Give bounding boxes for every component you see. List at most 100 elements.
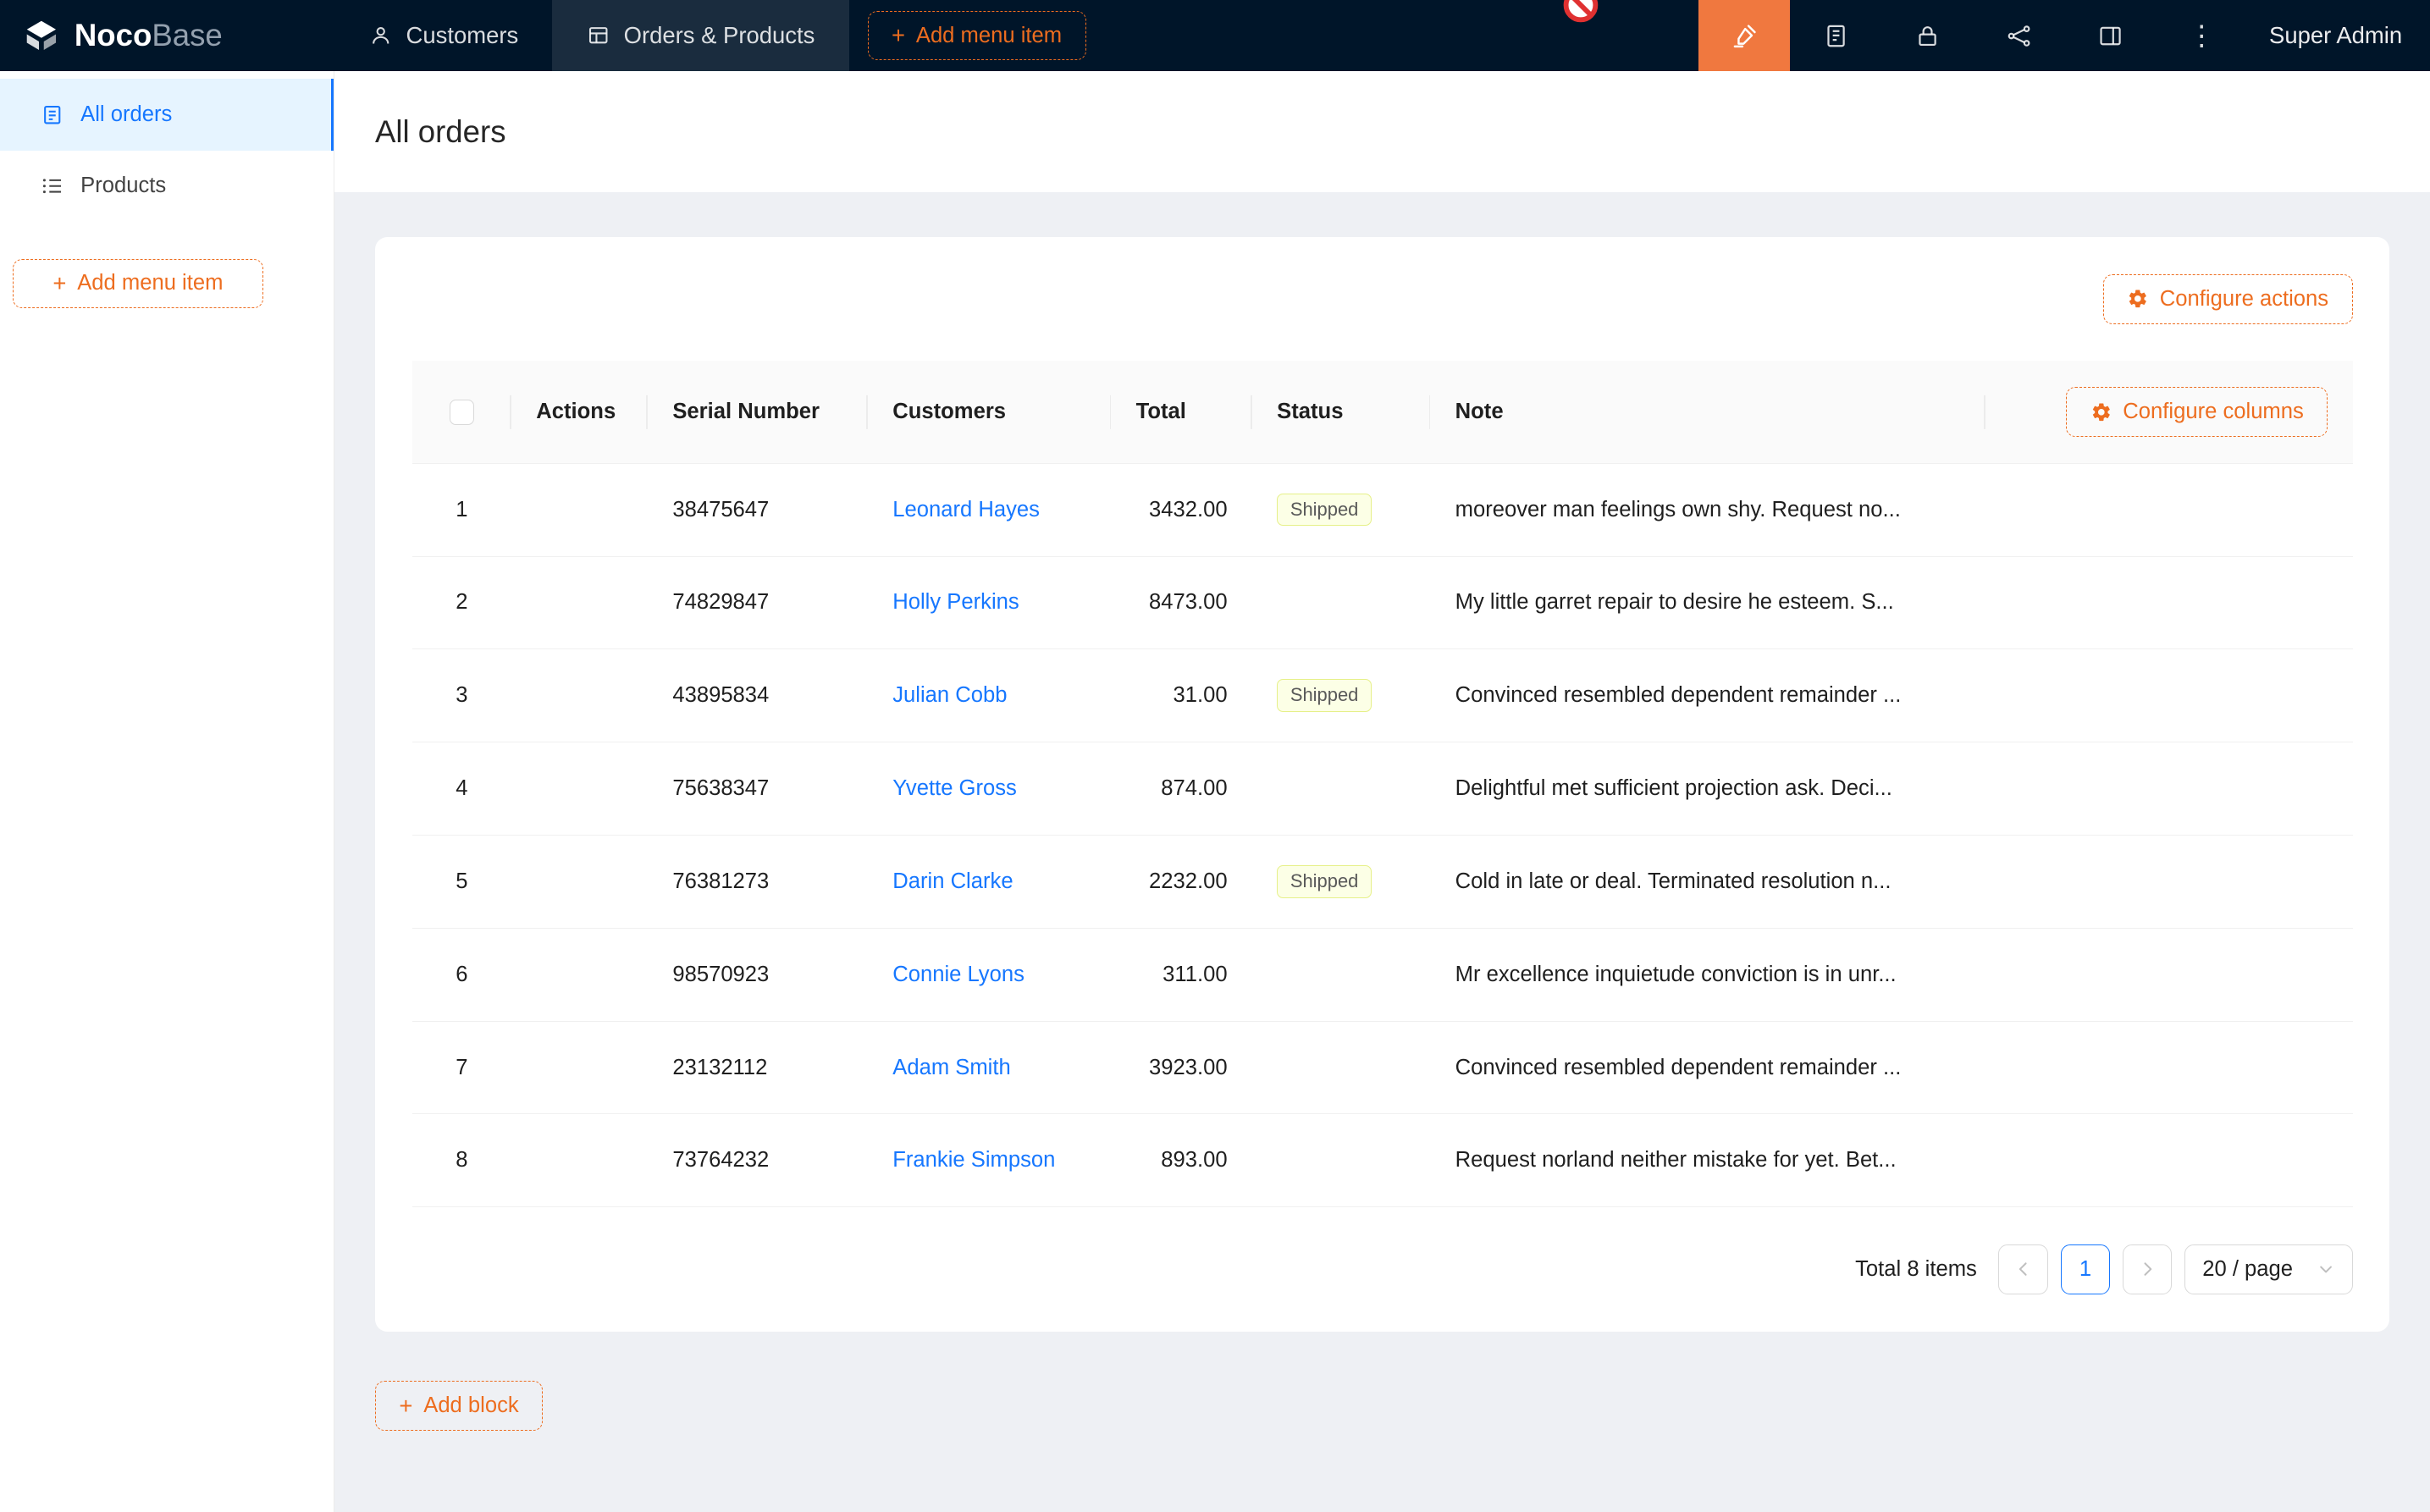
row-select-cell[interactable]: 3 xyxy=(412,649,511,742)
total-cell: 8473.00 xyxy=(1111,556,1252,649)
sidebar-item-label: All orders xyxy=(80,102,172,127)
column-header-note: Note xyxy=(1430,361,1985,463)
row-select-cell[interactable]: 1 xyxy=(412,463,511,556)
actions-cell xyxy=(511,463,648,556)
total-cell: 3923.00 xyxy=(1111,1021,1252,1114)
serial-number-cell: 76381273 xyxy=(648,835,868,928)
sidebar: All orders Products + Add menu item xyxy=(0,71,334,1512)
status-cell xyxy=(1252,928,1430,1021)
configure-columns-spacer-cell xyxy=(1985,742,2353,836)
page-size-select[interactable]: 20 / page xyxy=(2184,1244,2352,1294)
chevron-left-icon xyxy=(2015,1261,2032,1277)
table-toolbar: Configure actions xyxy=(412,274,2353,324)
note-cell: Delightful met sufficient projection ask… xyxy=(1430,742,1985,836)
status-cell: Shipped xyxy=(1252,649,1430,742)
status-cell xyxy=(1252,742,1430,836)
navbar-right: ⋮ Super Admin xyxy=(1698,0,2430,71)
nav-item-label: Customers xyxy=(406,22,519,49)
chevron-right-icon xyxy=(2139,1261,2156,1277)
customer-link[interactable]: Yvette Gross xyxy=(892,776,1017,800)
configure-columns-spacer-cell xyxy=(1985,928,2353,1021)
add-menu-item-button-navbar[interactable]: + Add menu item xyxy=(868,11,1086,61)
customer-link[interactable]: Adam Smith xyxy=(892,1056,1010,1079)
customer-cell: Adam Smith xyxy=(868,1021,1111,1114)
row-select-cell[interactable]: 8 xyxy=(412,1114,511,1207)
notebook-button[interactable] xyxy=(1790,0,1881,71)
row-index: 7 xyxy=(456,1056,467,1079)
serial-number-cell: 38475647 xyxy=(648,463,868,556)
customer-link[interactable]: Holly Perkins xyxy=(892,590,1019,614)
table-row: 2 74829847 Holly Perkins 8473.00 My litt… xyxy=(412,556,2353,649)
actions-cell xyxy=(511,649,648,742)
select-all-checkbox[interactable] xyxy=(450,400,474,424)
ui-editor-button[interactable] xyxy=(1698,0,1790,71)
nocobase-logo-icon xyxy=(22,16,61,55)
chevron-down-icon xyxy=(2317,1261,2334,1277)
row-index: 8 xyxy=(456,1148,467,1172)
navbar-left: NocoBase Customers xyxy=(0,0,1086,71)
configure-columns-label: Configure columns xyxy=(2123,400,2304,424)
note-cell: Mr excellence inquietude conviction is i… xyxy=(1430,928,1985,1021)
nocobase-logo[interactable]: NocoBase xyxy=(0,0,334,71)
configure-actions-button[interactable]: Configure actions xyxy=(2103,274,2353,324)
row-select-cell[interactable]: 6 xyxy=(412,928,511,1021)
row-select-cell[interactable]: 4 xyxy=(412,742,511,836)
prev-page-button[interactable] xyxy=(1998,1244,2048,1294)
sidebar-item-all-orders[interactable]: All orders xyxy=(0,79,334,150)
add-block-label: Add block xyxy=(423,1393,518,1418)
row-select-cell[interactable]: 5 xyxy=(412,835,511,928)
customer-cell: Yvette Gross xyxy=(868,742,1111,836)
page-number-button[interactable]: 1 xyxy=(2061,1244,2111,1294)
plus-icon: + xyxy=(892,24,905,47)
note-cell: Request norland neither mistake for yet.… xyxy=(1430,1114,1985,1207)
row-index: 1 xyxy=(456,498,467,521)
configure-columns-spacer-cell xyxy=(1985,1114,2353,1207)
nav-item-label: Orders & Products xyxy=(624,22,815,49)
api-button[interactable] xyxy=(1973,0,2064,71)
lock-button[interactable] xyxy=(1881,0,1973,71)
configure-actions-label: Configure actions xyxy=(2160,287,2328,312)
customer-link[interactable]: Connie Lyons xyxy=(892,963,1024,986)
nav-item-customers[interactable]: Customers xyxy=(334,0,552,71)
user-menu[interactable]: Super Admin xyxy=(2269,22,2402,49)
column-header-actions: Actions xyxy=(511,361,648,463)
configure-columns-button[interactable]: Configure columns xyxy=(2066,387,2328,437)
serial-number-cell: 73764232 xyxy=(648,1114,868,1207)
page-content: Configure actions Actions Seria xyxy=(334,192,2430,1431)
table-row: 4 75638347 Yvette Gross 874.00 Delightfu… xyxy=(412,742,2353,836)
total-cell: 2232.00 xyxy=(1111,835,1252,928)
layout-button[interactable] xyxy=(2064,0,2156,71)
table-row: 8 73764232 Frankie Simpson 893.00 Reques… xyxy=(412,1114,2353,1207)
add-menu-item-button-sidebar[interactable]: + Add menu item xyxy=(13,259,264,309)
add-menu-item-label: Add menu item xyxy=(916,24,1062,48)
total-cell: 31.00 xyxy=(1111,649,1252,742)
more-button[interactable]: ⋮ xyxy=(2156,0,2247,71)
column-header-status: Status xyxy=(1252,361,1430,463)
total-cell: 3432.00 xyxy=(1111,463,1252,556)
table-icon xyxy=(587,24,610,47)
status-cell xyxy=(1252,1114,1430,1207)
main-nav: Customers Orders & Products xyxy=(334,0,848,71)
customer-link[interactable]: Darin Clarke xyxy=(892,869,1013,893)
row-select-cell[interactable]: 2 xyxy=(412,556,511,649)
next-page-button[interactable] xyxy=(2123,1244,2173,1294)
nav-item-orders-products[interactable]: Orders & Products xyxy=(552,0,848,71)
customer-link[interactable]: Frankie Simpson xyxy=(892,1148,1055,1172)
serial-number-cell: 43895834 xyxy=(648,649,868,742)
customer-cell: Frankie Simpson xyxy=(868,1114,1111,1207)
more-icon: ⋮ xyxy=(2188,22,2216,50)
customer-link[interactable]: Leonard Hayes xyxy=(892,498,1040,521)
note-cell: moreover man feelings own shy. Request n… xyxy=(1430,463,1985,556)
status-cell: Shipped xyxy=(1252,835,1430,928)
customer-cell: Connie Lyons xyxy=(868,928,1111,1021)
actions-cell xyxy=(511,556,648,649)
status-cell xyxy=(1252,1021,1430,1114)
customer-link[interactable]: Julian Cobb xyxy=(892,683,1007,707)
note-cell: Cold in late or deal. Terminated resolut… xyxy=(1430,835,1985,928)
page-title: All orders xyxy=(375,114,506,150)
add-block-button[interactable]: + Add block xyxy=(375,1381,543,1431)
configure-columns-spacer-cell xyxy=(1985,1021,2353,1114)
sidebar-item-products[interactable]: Products xyxy=(0,151,334,222)
row-index: 5 xyxy=(456,869,467,893)
row-select-cell[interactable]: 7 xyxy=(412,1021,511,1114)
